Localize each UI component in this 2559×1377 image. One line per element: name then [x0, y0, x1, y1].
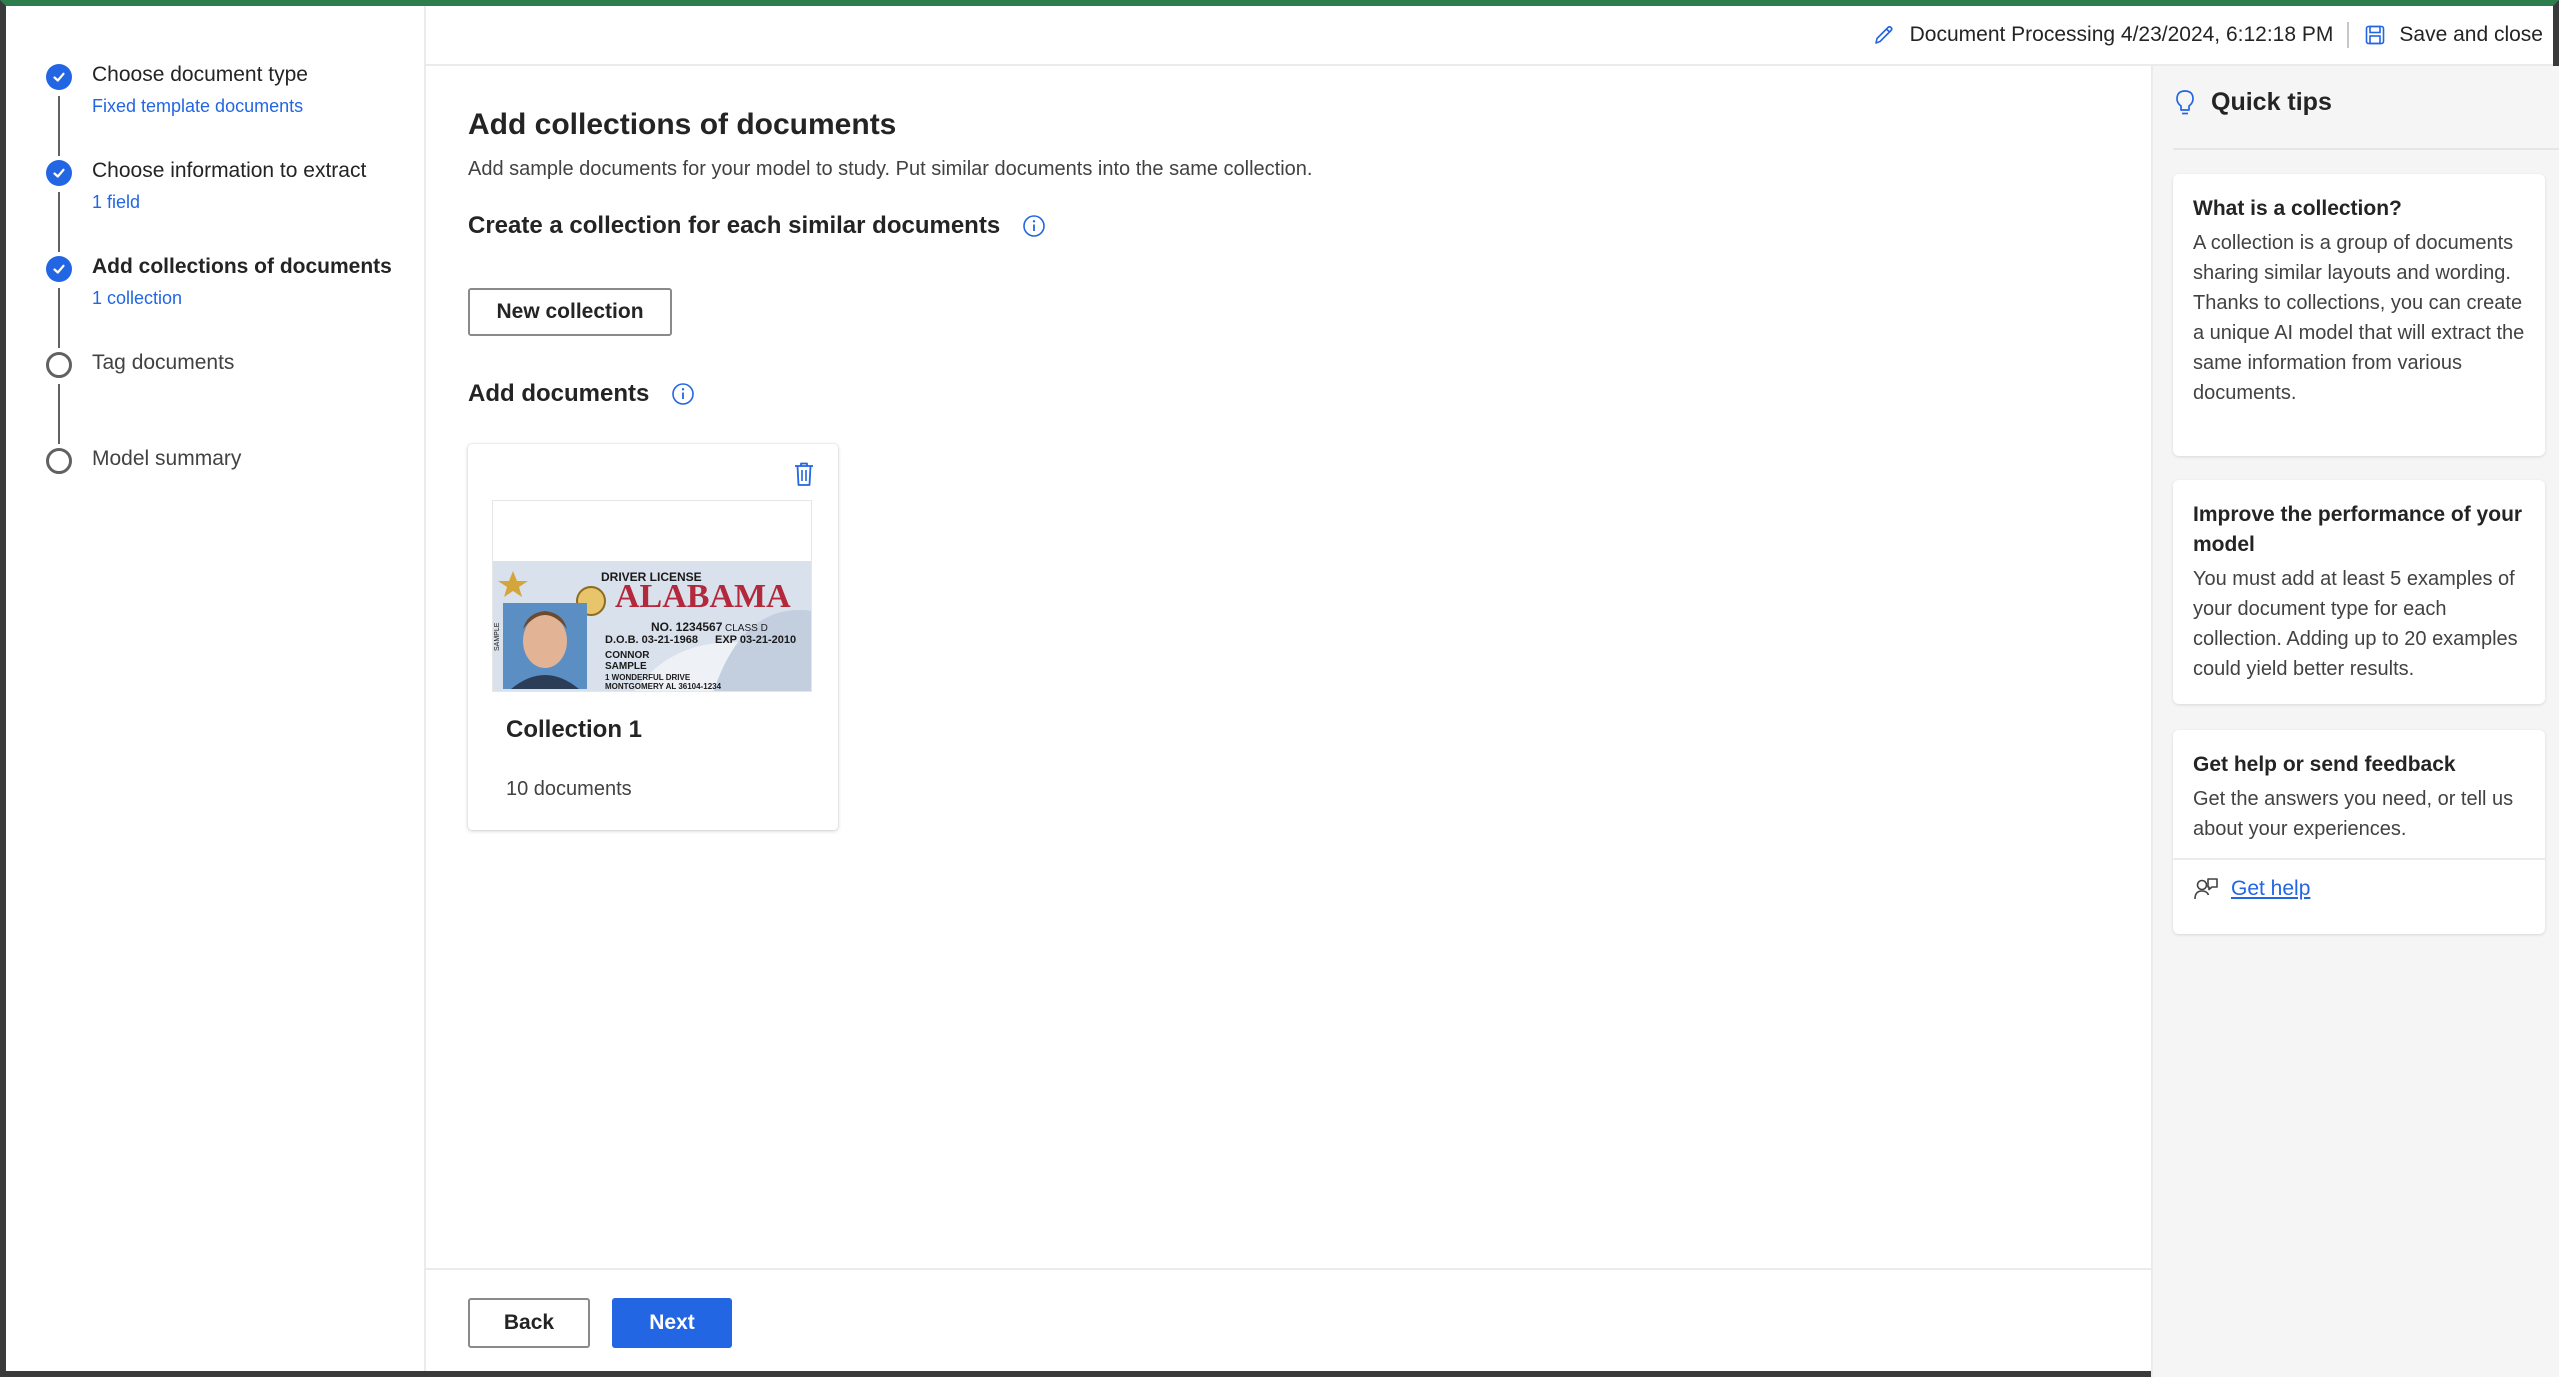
info-icon[interactable] — [1022, 214, 1046, 238]
create-collection-heading: Create a collection for each similar doc… — [468, 212, 1046, 240]
trash-icon[interactable] — [792, 460, 816, 488]
tip-title: What is a collection? — [2193, 197, 2402, 220]
tip-card-get-help: Get help or send feedback Get the answer… — [2173, 730, 2545, 934]
quick-tips-title: Quick tips — [2211, 88, 2332, 116]
license-name1-text: CONNOR — [605, 650, 650, 661]
license-side-text: SAMPLE — [494, 622, 501, 651]
document-name[interactable]: Document Processing 4/23/2024, 6:12:18 P… — [1910, 23, 2334, 47]
get-help-link[interactable]: Get help — [2231, 877, 2310, 901]
step-title: Choose information to extract — [92, 159, 367, 182]
lightbulb-icon — [2176, 89, 2194, 114]
main-content: Add collections of documents Add sample … — [426, 66, 2151, 1252]
info-icon[interactable] — [671, 382, 695, 406]
step-connector — [58, 384, 60, 444]
tip-title: Improve the performance of your model — [2193, 503, 2523, 556]
step-complete-check-icon — [46, 256, 72, 282]
back-button[interactable]: Back — [468, 1298, 590, 1348]
divider — [2173, 148, 2559, 150]
divider — [2347, 22, 2350, 48]
wizard-footer: Back Next — [426, 1268, 2151, 1377]
license-addr1-text: 1 WONDERFUL DRIVE — [605, 673, 691, 682]
next-button[interactable]: Next — [612, 1298, 732, 1348]
tip-card-improve-performance: Improve the performance of your model Yo… — [2173, 480, 2545, 704]
license-dob-text: D.O.B. 03-21-1968 — [605, 634, 698, 646]
tip-card-what-is-collection: What is a collection? A collection is a … — [2173, 174, 2545, 456]
quick-tips-panel: Quick tips What is a collection? A colle… — [2151, 66, 2559, 1377]
save-icon[interactable] — [2363, 23, 2387, 47]
license-state-text: ALABAMA — [615, 578, 791, 615]
step-connector — [58, 288, 60, 348]
license-number-text: NO. 1234567 — [651, 620, 723, 634]
pencil-icon[interactable] — [1872, 23, 1896, 47]
license-name2-text: SAMPLE — [605, 661, 647, 672]
step-subtitle: 1 field — [92, 192, 141, 212]
get-help-row[interactable]: Get help — [2173, 858, 2545, 902]
page-title: Add collections of documents — [468, 108, 897, 141]
driver-license-image: DRIVER LICENSE ALABAMA NO. 1234567 CLASS… — [493, 501, 811, 691]
license-class-text: CLASS D — [725, 623, 768, 634]
person-feedback-icon — [2194, 878, 2218, 900]
step-subtitle: Fixed template documents — [92, 96, 304, 116]
wizard-steps-sidebar: Choose document type Fixed template docu… — [6, 6, 426, 1371]
collection-card[interactable]: DRIVER LICENSE ALABAMA NO. 1234567 CLASS… — [468, 444, 838, 830]
app-window: Choose document type Fixed template docu… — [0, 0, 2559, 1377]
step-complete-check-icon — [46, 160, 72, 186]
tip-body: You must add at least 5 examples of your… — [2193, 568, 2518, 680]
page-description: Add sample documents for your model to s… — [468, 158, 1313, 180]
save-and-close-button[interactable]: Save and close — [2399, 23, 2543, 47]
collection-thumbnail: DRIVER LICENSE ALABAMA NO. 1234567 CLASS… — [492, 500, 812, 692]
step-title: Add collections of documents — [92, 255, 392, 278]
collection-document-count: 10 documents — [506, 778, 632, 800]
add-documents-heading-text: Add documents — [468, 380, 650, 407]
license-exp-text: EXP 03-21-2010 — [715, 634, 796, 646]
top-bar: Document Processing 4/23/2024, 6:12:18 P… — [426, 6, 2553, 66]
step-title: Model summary — [92, 447, 242, 470]
license-addr2-text: MONTGOMERY AL 36104-1234 — [605, 682, 722, 691]
collection-title: Collection 1 — [506, 716, 643, 743]
step-complete-check-icon — [46, 64, 72, 90]
create-collection-heading-text: Create a collection for each similar doc… — [468, 212, 1001, 239]
tip-body: A collection is a group of documents sha… — [2193, 232, 2525, 404]
tip-title: Get help or send feedback — [2193, 753, 2456, 776]
step-subtitle: 1 collection — [92, 288, 183, 308]
step-pending-circle-icon — [46, 352, 72, 378]
quick-tips-header: Quick tips — [2173, 88, 2332, 117]
step-pending-circle-icon — [46, 448, 72, 474]
step-title: Tag documents — [92, 351, 235, 374]
new-collection-button[interactable]: New collection — [468, 288, 672, 336]
add-documents-heading: Add documents — [468, 380, 695, 408]
step-connector — [58, 96, 60, 156]
tip-body: Get the answers you need, or tell us abo… — [2193, 788, 2514, 840]
step-title: Choose document type — [92, 63, 308, 86]
step-connector — [58, 192, 60, 252]
